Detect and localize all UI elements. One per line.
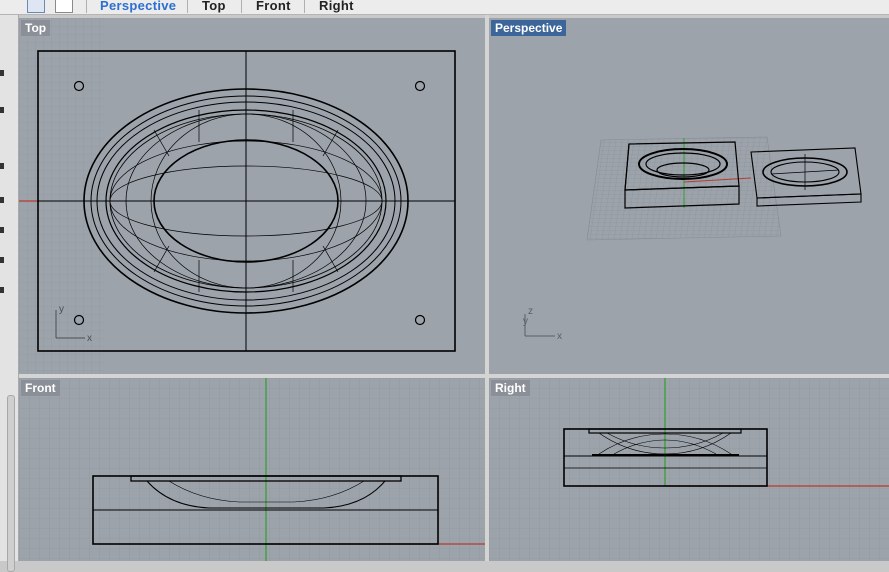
tool-marker (0, 163, 4, 169)
construction-grid (19, 378, 485, 561)
toolbar-separator (86, 0, 87, 13)
viewport-right[interactable]: Right (489, 378, 889, 561)
viewport-title-top[interactable]: Top (21, 20, 51, 36)
top-view-canvas: y x (19, 18, 456, 374)
viewport-front[interactable]: Front (19, 378, 485, 561)
axis-x-label: x (87, 333, 92, 344)
axis-z-label: z (528, 306, 533, 317)
viewport-tab-bar: Perspective Top Front Right (0, 0, 889, 15)
viewport-title-front[interactable]: Front (21, 380, 60, 396)
tab-perspective[interactable]: Perspective (100, 0, 176, 13)
tool-marker (0, 257, 4, 263)
axis-x-label: x (557, 331, 562, 342)
four-viewport-layout-icon[interactable] (27, 0, 45, 13)
viewport-top[interactable]: y x Top (19, 18, 485, 374)
toolbar-separator (241, 0, 242, 13)
tool-marker (0, 197, 4, 203)
left-tool-strip (0, 15, 19, 572)
bolt-hole (414, 80, 426, 92)
viewport-title-right[interactable]: Right (491, 380, 530, 396)
tool-marker (0, 107, 4, 113)
tab-front[interactable]: Front (256, 0, 291, 13)
tool-marker (0, 227, 4, 233)
tool-marker (0, 70, 4, 76)
viewport-title-perspective[interactable]: Perspective (491, 20, 567, 36)
bolt-hole (414, 314, 426, 326)
tab-top[interactable]: Top (202, 0, 226, 13)
single-viewport-layout-icon[interactable] (55, 0, 73, 13)
front-view-canvas (19, 378, 485, 561)
viewport-perspective[interactable]: z y x Perspective (489, 18, 889, 374)
tab-right[interactable]: Right (319, 0, 354, 13)
toolbar-separator (304, 0, 305, 13)
toolbar-separator (187, 0, 188, 13)
right-view-canvas (489, 378, 889, 561)
perspective-view-canvas: z y x (523, 136, 862, 342)
axis-y-label: y (523, 316, 528, 327)
construction-grid (489, 378, 889, 561)
tool-marker (0, 287, 4, 293)
side-scrollbar[interactable] (7, 395, 15, 572)
axis-indicator: z y x (523, 306, 562, 342)
axis-y-label: y (59, 304, 64, 315)
